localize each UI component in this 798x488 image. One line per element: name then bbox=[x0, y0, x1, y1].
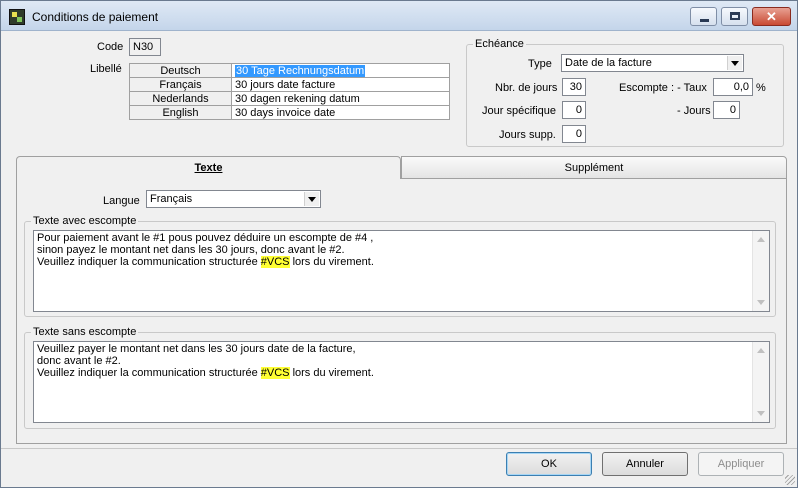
libelle-table: Deutsch 30 Tage Rechnungsdatum Français … bbox=[129, 63, 450, 120]
tab-label: Texte bbox=[194, 162, 223, 174]
escompte-taux-field[interactable]: 0,0 bbox=[713, 78, 753, 96]
ok-button[interactable]: OK bbox=[506, 452, 592, 476]
type-select[interactable]: Date de la facture bbox=[561, 54, 744, 72]
percent-label: % bbox=[756, 82, 766, 94]
code-field[interactable]: N30 bbox=[129, 38, 161, 56]
libelle-de-field[interactable]: 30 Tage Rechnungsdatum bbox=[231, 63, 450, 78]
lang-cell: Deutsch bbox=[129, 63, 232, 78]
scroll-down-icon[interactable] bbox=[757, 411, 765, 416]
echeance-title: Echéance bbox=[473, 38, 526, 50]
libelle-nl-field[interactable]: 30 dagen rekening datum bbox=[231, 91, 450, 106]
type-label: Type bbox=[528, 58, 552, 70]
vertical-scrollbar[interactable] bbox=[752, 342, 769, 422]
scroll-up-icon[interactable] bbox=[757, 348, 765, 353]
table-row: English 30 days invoice date bbox=[129, 105, 450, 120]
langue-label: Langue bbox=[103, 195, 140, 207]
jours-label: - Jours bbox=[677, 105, 711, 117]
jours-supp-label: Jours supp. bbox=[499, 129, 556, 141]
appliquer-button[interactable]: Appliquer bbox=[698, 452, 784, 476]
nbr-jours-label: Nbr. de jours bbox=[495, 82, 558, 94]
jours-supp-field[interactable]: 0 bbox=[562, 125, 586, 143]
chevron-down-icon[interactable] bbox=[727, 56, 742, 70]
tab-label: Supplément bbox=[564, 162, 624, 174]
maximize-icon bbox=[730, 12, 740, 20]
texte-avec-escompte-textarea[interactable]: Pour paiement avant le #1 pous pouvez dé… bbox=[33, 230, 770, 312]
scroll-up-icon[interactable] bbox=[757, 237, 765, 242]
libelle-en-field[interactable]: 30 days invoice date bbox=[231, 105, 450, 120]
jours-field[interactable]: 0 bbox=[713, 101, 740, 119]
jour-specifique-field[interactable]: 0 bbox=[562, 101, 586, 119]
jour-specifique-label: Jour spécifique bbox=[482, 105, 556, 117]
text-line: Pour paiement avant le #1 pous pouvez dé… bbox=[37, 232, 374, 244]
langue-select[interactable]: Français bbox=[146, 190, 321, 208]
title-bar[interactable]: Conditions de paiement ✕ bbox=[1, 1, 797, 31]
close-icon: ✕ bbox=[766, 9, 777, 24]
vertical-scrollbar[interactable] bbox=[752, 231, 769, 311]
langue-value: Français bbox=[150, 193, 193, 205]
dialog-window: Conditions de paiement ✕ Code N30 Libell… bbox=[0, 0, 798, 488]
texte-sans-escompte-title: Texte sans escompte bbox=[31, 326, 139, 338]
text-segment: Veuillez indiquer la communication struc… bbox=[37, 256, 261, 268]
type-value: Date de la facture bbox=[565, 57, 652, 69]
code-label: Code bbox=[97, 41, 124, 53]
escompte-taux-label: Escompte : - Taux bbox=[619, 82, 707, 94]
text-line: Veuillez indiquer la communication struc… bbox=[37, 256, 766, 268]
window-title: Conditions de paiement bbox=[32, 10, 159, 24]
scroll-down-icon[interactable] bbox=[757, 300, 765, 305]
text-segment: Veuillez indiquer la communication struc… bbox=[37, 367, 261, 379]
table-row: Français 30 jours date facture bbox=[129, 77, 450, 92]
tab-supplement[interactable]: Supplément bbox=[401, 156, 787, 179]
chevron-down-icon[interactable] bbox=[304, 192, 319, 206]
nbr-jours-field[interactable]: 30 bbox=[562, 78, 586, 96]
resize-grip-icon[interactable] bbox=[785, 475, 795, 485]
tab-texte[interactable]: Texte bbox=[16, 156, 401, 179]
texte-avec-escompte-title: Texte avec escompte bbox=[31, 215, 139, 227]
tab-panel-texte: Langue Français Texte avec escompte Pour… bbox=[16, 178, 787, 444]
text-line: donc avant le #2. bbox=[37, 355, 121, 367]
text-line: sinon payez le montant net dans les 30 j… bbox=[37, 244, 345, 256]
annuler-button[interactable]: Annuler bbox=[602, 452, 688, 476]
highlighted-placeholder: #VCS bbox=[260, 256, 290, 268]
selected-text: 30 Tage Rechnungsdatum bbox=[235, 64, 366, 77]
text-line: Veuillez payer le montant net dans les 3… bbox=[37, 343, 356, 355]
texte-sans-escompte-textarea[interactable]: Veuillez payer le montant net dans les 3… bbox=[33, 341, 770, 423]
maximize-button[interactable] bbox=[721, 7, 748, 26]
text-segment: lors du virement. bbox=[289, 256, 374, 268]
libelle-label: Libellé bbox=[90, 63, 122, 75]
text-segment: lors du virement. bbox=[289, 367, 374, 379]
highlighted-placeholder: #VCS bbox=[260, 367, 290, 379]
table-row: Deutsch 30 Tage Rechnungsdatum bbox=[129, 63, 450, 78]
minimize-button[interactable] bbox=[690, 7, 717, 26]
libelle-fr-field[interactable]: 30 jours date facture bbox=[231, 77, 450, 92]
lang-cell: English bbox=[129, 105, 232, 120]
lang-cell: Nederlands bbox=[129, 91, 232, 106]
app-icon bbox=[9, 9, 25, 25]
footer-separator bbox=[1, 448, 797, 449]
close-button[interactable]: ✕ bbox=[752, 7, 791, 26]
minimize-icon bbox=[700, 19, 709, 22]
text-line: Veuillez indiquer la communication struc… bbox=[37, 367, 766, 379]
tabs-container: Texte Supplément Langue Français Texte a… bbox=[16, 156, 787, 444]
lang-cell: Français bbox=[129, 77, 232, 92]
table-row: Nederlands 30 dagen rekening datum bbox=[129, 91, 450, 106]
